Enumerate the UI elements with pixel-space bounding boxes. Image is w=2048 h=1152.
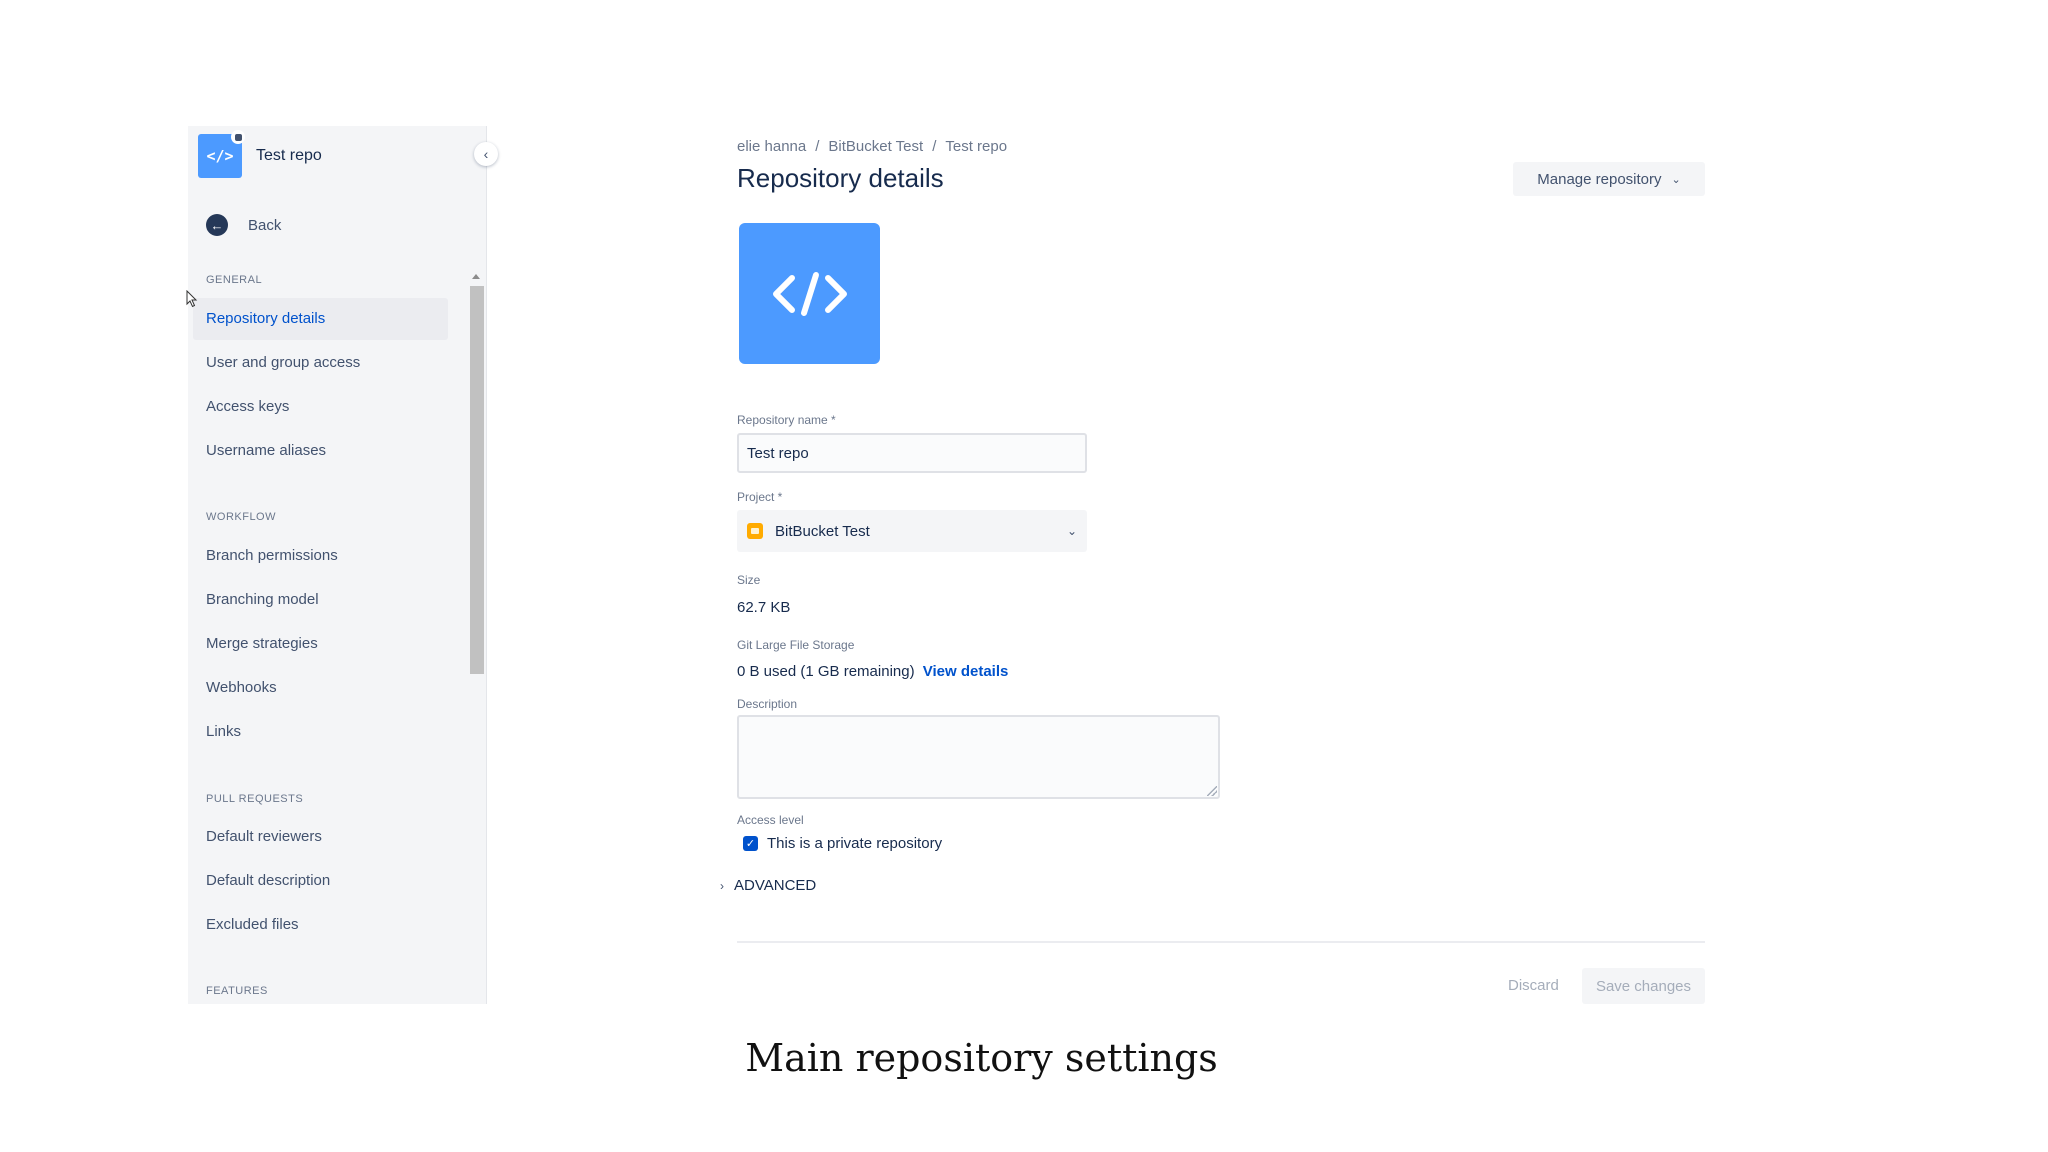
chevron-left-icon: ‹: [483, 146, 489, 162]
project-select-value: BitBucket Test: [775, 522, 870, 540]
collapse-sidebar-button[interactable]: ‹: [474, 142, 498, 166]
sidebar-item-default-reviewers[interactable]: Default reviewers: [193, 816, 448, 858]
sidebar: </> Test repo ← Back GENERAL Repository …: [188, 126, 487, 1004]
description-textarea[interactable]: [737, 715, 1220, 799]
sidebar-item-default-description[interactable]: Default description: [193, 860, 448, 902]
back-label: Back: [248, 216, 282, 234]
description-label: Description: [737, 697, 798, 711]
view-details-link[interactable]: View details: [923, 663, 1009, 680]
checkmark-icon: ✓: [745, 838, 756, 850]
arrow-left-icon: ←: [206, 214, 228, 236]
chevron-down-icon: ⌄: [1066, 524, 1077, 538]
size-value: 62.7 KB: [737, 599, 791, 616]
access-level-label: Access level: [737, 813, 804, 827]
advanced-toggle[interactable]: › ADVANCED: [720, 877, 816, 894]
project-label: Project *: [737, 490, 783, 504]
sidebar-item-user-group-access[interactable]: User and group access: [193, 342, 448, 384]
code-icon: [772, 271, 847, 316]
sidebar-item-links[interactable]: Links: [193, 711, 448, 753]
section-title-pull-requests: PULL REQUESTS: [206, 793, 304, 805]
section-title-features: FEATURES: [206, 985, 268, 997]
back-button[interactable]: ← Back: [206, 214, 281, 236]
breadcrumb: elie hanna / BitBucket Test / Test repo: [737, 138, 1007, 155]
sidebar-item-branching-model[interactable]: Branching model: [193, 579, 448, 621]
scrollbar-thumb[interactable]: [470, 286, 484, 674]
repo-avatar: </>: [198, 130, 245, 178]
code-icon: </>: [206, 147, 234, 165]
breadcrumb-item[interactable]: BitBucket Test: [828, 138, 923, 155]
discard-button[interactable]: Discard: [1508, 977, 1559, 994]
breadcrumb-separator: /: [815, 138, 820, 155]
private-repository-label[interactable]: This is a private repository: [767, 835, 942, 852]
chevron-right-icon: ›: [720, 878, 724, 893]
sidebar-item-username-aliases[interactable]: Username aliases: [193, 430, 448, 472]
breadcrumb-separator: /: [932, 138, 937, 155]
sidebar-item-branch-permissions[interactable]: Branch permissions: [193, 535, 448, 577]
divider: [737, 941, 1705, 943]
lfs-usage: 0 B used (1 GB remaining): [737, 663, 915, 680]
project-icon: [747, 523, 763, 539]
sidebar-repo-name: Test repo: [256, 147, 322, 164]
size-label: Size: [737, 573, 761, 587]
figure-caption: Main repository settings: [745, 1036, 1218, 1080]
chevron-down-icon: ⌄: [1671, 173, 1681, 186]
sidebar-item-excluded-files[interactable]: Excluded files: [193, 904, 448, 946]
page-title: Repository details: [737, 163, 944, 193]
manage-repository-label: Manage repository: [1537, 170, 1662, 188]
lock-icon: [231, 130, 245, 144]
sidebar-item-webhooks[interactable]: Webhooks: [193, 667, 448, 709]
advanced-label: ADVANCED: [734, 877, 817, 894]
sidebar-item-merge-strategies[interactable]: Merge strategies: [193, 623, 448, 665]
section-title-workflow: WORKFLOW: [206, 511, 276, 523]
scroll-up-arrow-icon[interactable]: [472, 274, 480, 279]
private-repository-checkbox[interactable]: ✓: [743, 836, 758, 851]
resize-handle-icon[interactable]: [1207, 786, 1217, 796]
project-select[interactable]: BitBucket Test ⌄: [737, 510, 1087, 552]
lfs-value-row: 0 B used (1 GB remaining) View details: [737, 663, 1008, 680]
section-title-general: GENERAL: [206, 274, 263, 286]
lfs-label: Git Large File Storage: [737, 638, 855, 652]
manage-repository-button[interactable]: Manage repository ⌄: [1513, 162, 1705, 196]
repository-avatar[interactable]: [739, 223, 880, 364]
sidebar-item-access-keys[interactable]: Access keys: [193, 386, 448, 428]
mouse-cursor-icon: [186, 290, 198, 308]
repository-name-input[interactable]: [737, 433, 1087, 473]
sidebar-scrollbar[interactable]: [468, 274, 484, 1004]
sidebar-repo-header[interactable]: </> Test repo: [198, 130, 322, 178]
breadcrumb-item[interactable]: elie hanna: [737, 138, 806, 155]
sidebar-item-repository-details[interactable]: Repository details: [193, 298, 448, 340]
save-changes-button[interactable]: Save changes: [1582, 968, 1705, 1004]
breadcrumb-item[interactable]: Test repo: [945, 138, 1007, 155]
repository-name-label: Repository name *: [737, 413, 836, 427]
